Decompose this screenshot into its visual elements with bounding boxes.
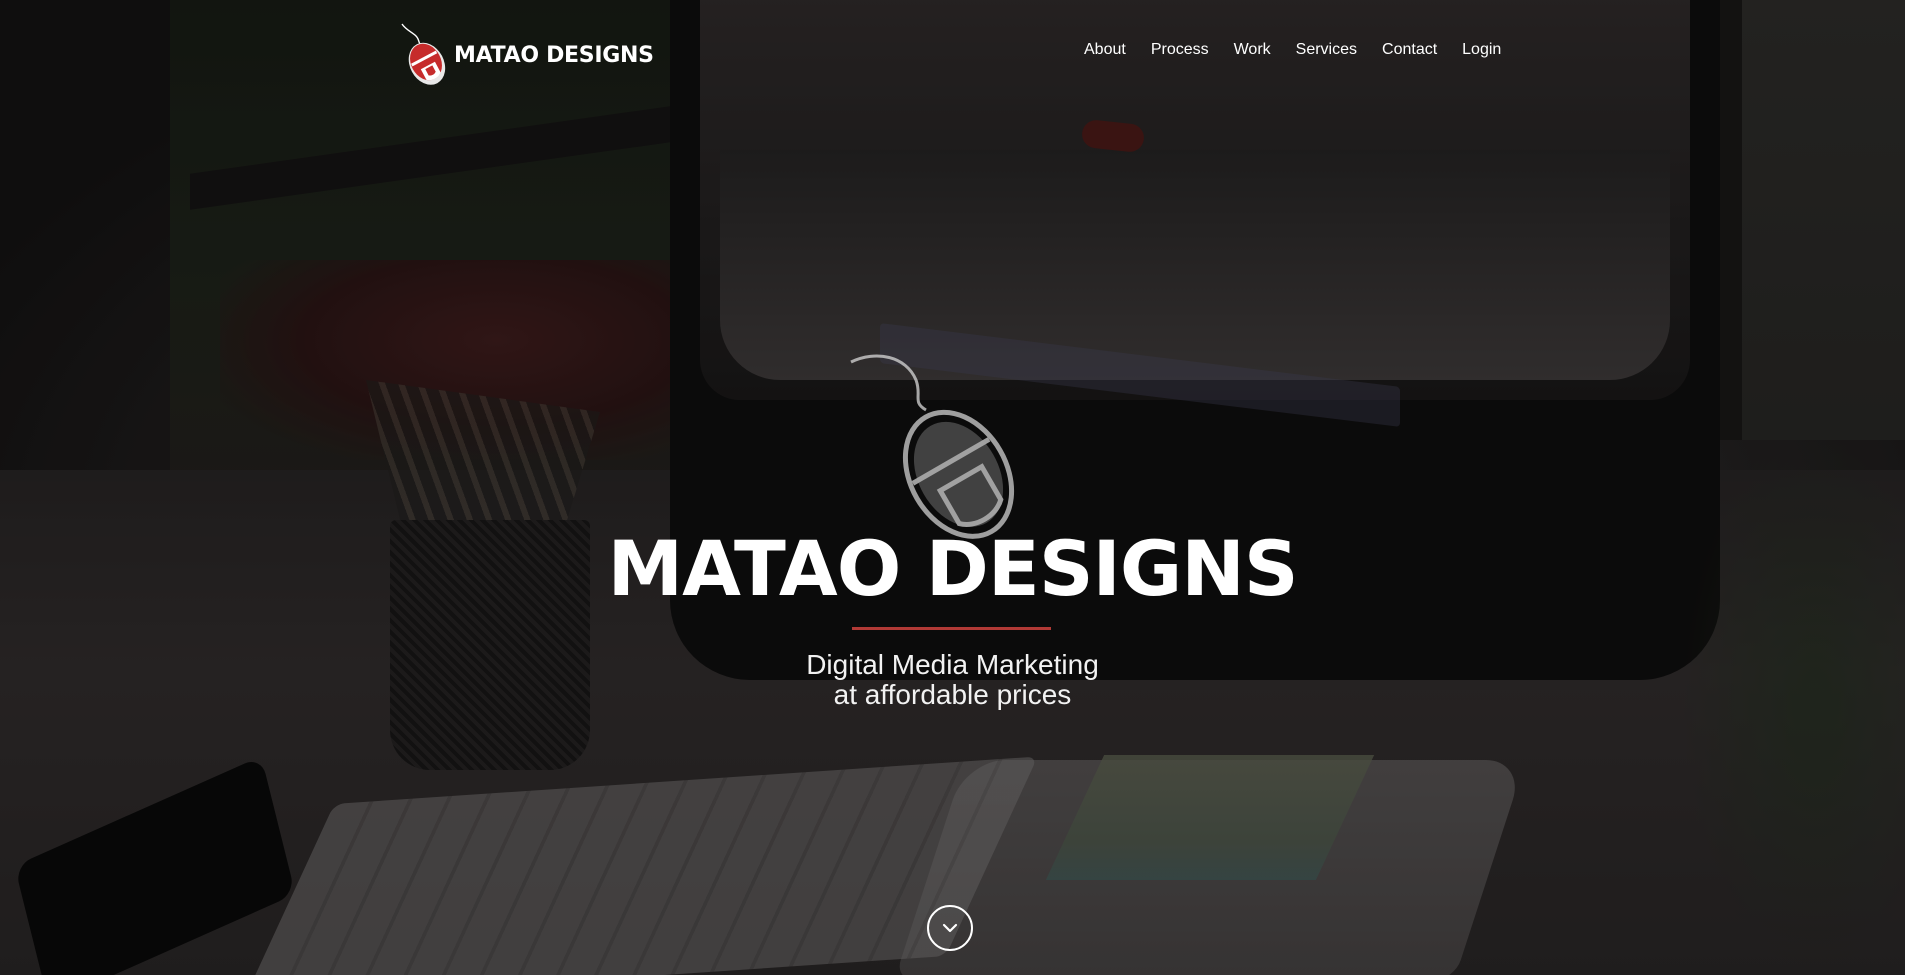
chevron-down-icon — [942, 923, 958, 933]
brand-name: MATAO DESIGNS — [454, 42, 654, 68]
scroll-down-button[interactable] — [927, 905, 973, 951]
nav-item: About — [1084, 41, 1126, 59]
nav-link-process[interactable]: Process — [1151, 41, 1209, 58]
nav-item: Login — [1462, 41, 1501, 59]
hero-section: MATAO DESIGNS About Process Work Service… — [0, 0, 1905, 975]
navbar: MATAO DESIGNS About Process Work Service… — [0, 0, 1905, 106]
computer-mouse-logo-icon — [401, 23, 446, 85]
hero-subtitle-line-2: at affordable prices — [833, 679, 1072, 710]
nav-item: Work — [1234, 41, 1271, 59]
hero-subtitle-line-1: Digital Media Marketing — [806, 649, 1099, 680]
hero-divider — [852, 627, 1051, 630]
nav-link-login[interactable]: Login — [1462, 41, 1501, 58]
nav-link-work[interactable]: Work — [1234, 41, 1271, 58]
nav-link-contact[interactable]: Contact — [1382, 41, 1437, 58]
nav-item: Process — [1151, 41, 1209, 59]
hero-mouse-logo-icon — [850, 354, 1015, 539]
nav-item: Services — [1296, 41, 1357, 59]
hero-subtitle: Digital Media Marketing at affordable pr… — [0, 650, 1905, 710]
nav-item: Contact — [1382, 41, 1437, 59]
hero-title: MATAO DESIGNS — [607, 524, 1298, 613]
brand-link[interactable]: MATAO DESIGNS — [396, 22, 654, 88]
nav-link-about[interactable]: About — [1084, 41, 1126, 58]
nav-link-services[interactable]: Services — [1296, 41, 1357, 58]
nav-menu: About Process Work Services Contact Logi… — [1084, 41, 1526, 59]
